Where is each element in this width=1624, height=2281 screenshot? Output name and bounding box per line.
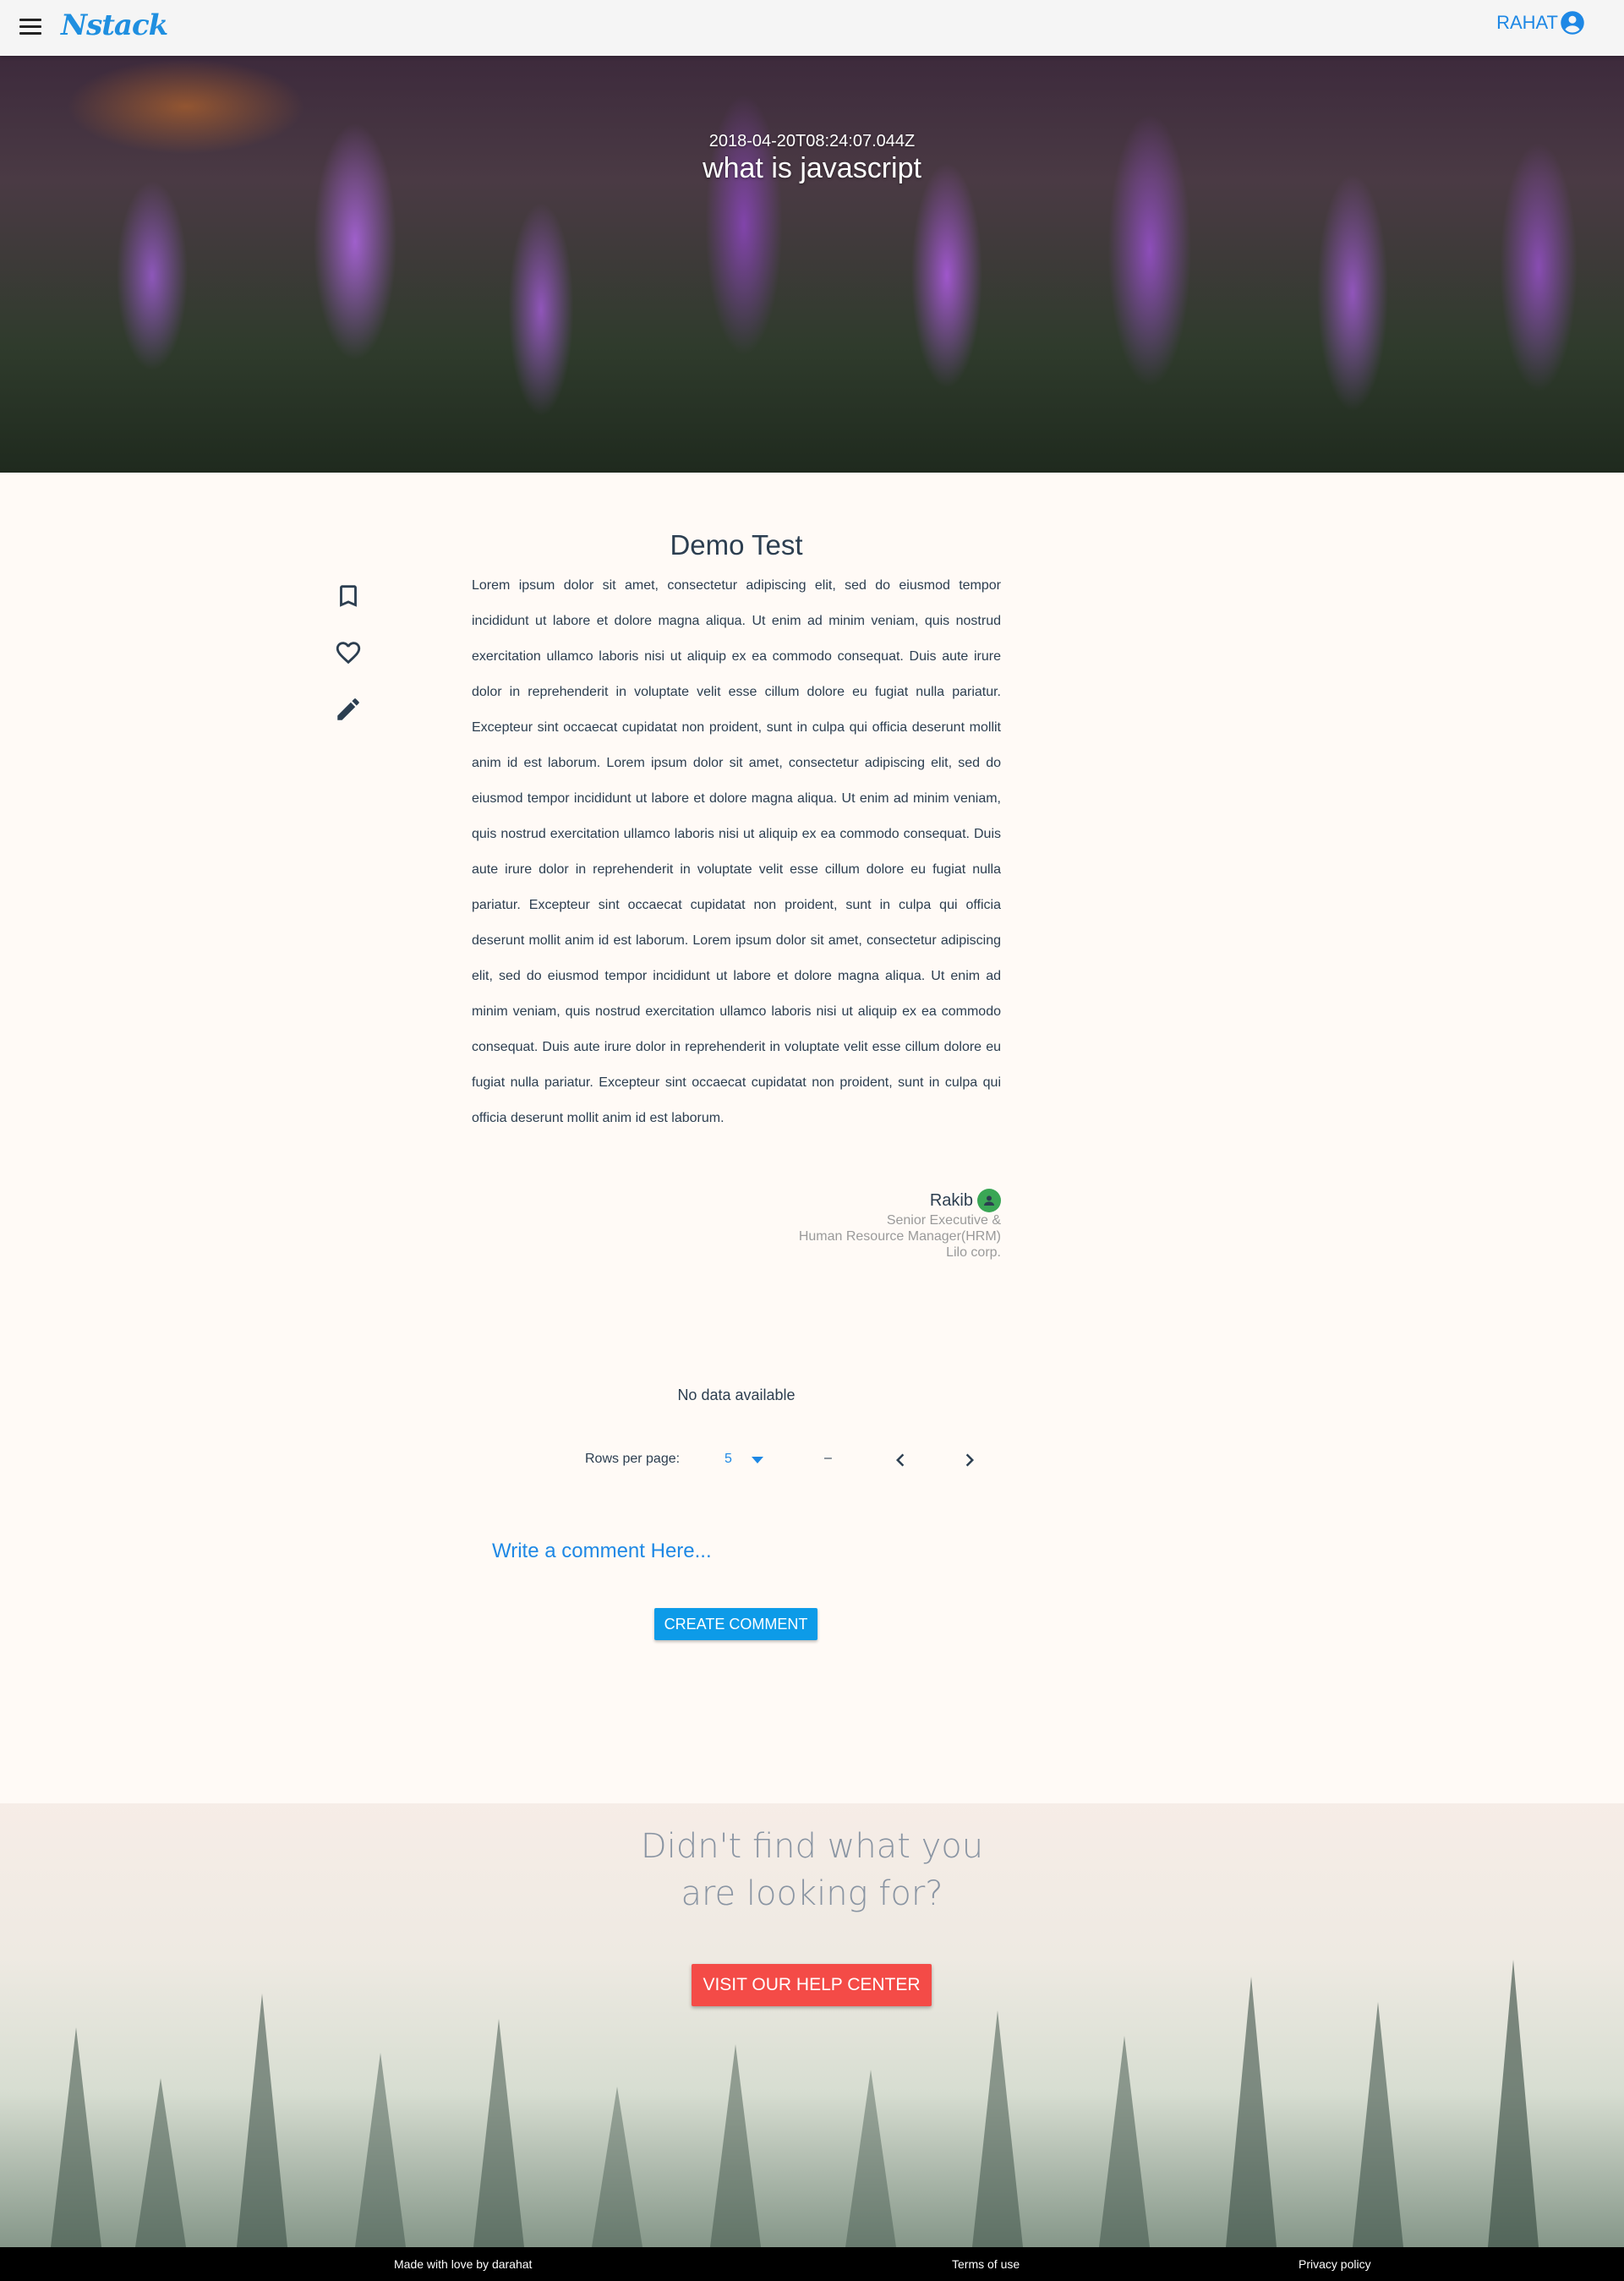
logo[interactable]: Nstack — [61, 8, 168, 42]
rows-per-page-label: Rows per page: — [585, 1452, 681, 1466]
help-heading-line2: are looking for? — [681, 1874, 943, 1913]
footer: Made with love by darahat Terms of use P… — [0, 2247, 1624, 2281]
chevron-right-icon[interactable] — [957, 1447, 982, 1473]
author-company: Lilo corp. — [946, 1245, 1001, 1260]
user-name[interactable]: RAHAT — [1496, 12, 1558, 34]
menu-icon[interactable] — [15, 14, 46, 41]
pagination-range: – — [824, 1451, 832, 1465]
help-heading: Didn't find what you are looking for? — [0, 1823, 1624, 1917]
hero-banner: 2018-04-20T08:24:07.044Z what is javascr… — [0, 56, 1624, 473]
rows-per-page-value[interactable]: 5 — [725, 1452, 732, 1467]
chevron-left-icon[interactable] — [888, 1447, 913, 1473]
rows-per-page-select[interactable]: 5 — [725, 1449, 775, 1471]
heart-icon[interactable] — [334, 638, 363, 667]
create-comment-button[interactable]: CREATE COMMENT — [654, 1608, 817, 1640]
comments-empty-state: No data available — [677, 1387, 796, 1403]
account-circle-icon[interactable] — [1560, 10, 1585, 36]
visit-help-center-button[interactable]: VISIT OUR HELP CENTER — [692, 1964, 932, 2006]
caret-down-icon[interactable] — [752, 1457, 763, 1463]
author-card: Rakib Senior Executive & Human Resource … — [799, 1189, 1001, 1261]
table-pagination: Rows per page: 5 – — [585, 1446, 991, 1474]
comment-input[interactable] — [490, 1535, 984, 1567]
user-menu[interactable]: RAHAT — [1496, 10, 1585, 36]
footer-privacy-link[interactable]: Privacy policy — [1299, 2257, 1371, 2271]
article-body: Lorem ipsum dolor sit amet, consectetur … — [472, 578, 1001, 1125]
author-name: Rakib — [929, 1190, 973, 1210]
help-heading-line1: Didn't find what you — [640, 1827, 984, 1866]
bookmark-icon[interactable] — [334, 582, 363, 610]
footer-terms-link[interactable]: Terms of use — [952, 2257, 1020, 2271]
person-icon — [984, 1195, 994, 1206]
article-title: Demo Test — [670, 529, 803, 561]
post-date: 2018-04-20T08:24:07.044Z — [708, 132, 916, 150]
author-avatar — [977, 1189, 1001, 1212]
author-title: Senior Executive & — [886, 1213, 1001, 1228]
app-bar: Nstack RAHAT — [0, 0, 1624, 56]
pencil-icon[interactable] — [334, 695, 363, 724]
footer-made-with-link[interactable]: Made with love by darahat — [394, 2257, 532, 2271]
author-role: Human Resource Manager(HRM) — [798, 1229, 1001, 1244]
post-title: what is javascript — [703, 152, 921, 184]
